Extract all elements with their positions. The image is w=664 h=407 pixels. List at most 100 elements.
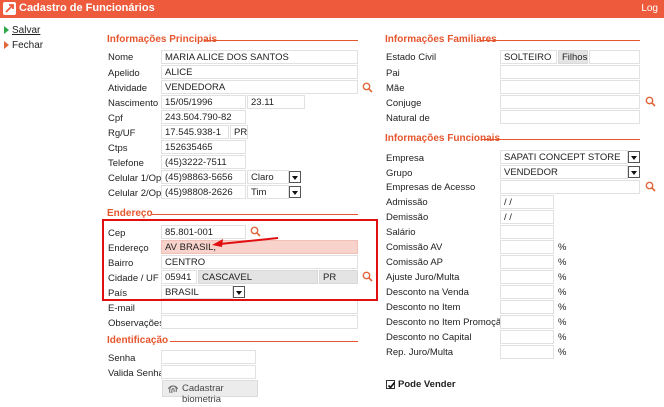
empresas-acesso-search-icon[interactable] <box>645 181 656 192</box>
celular2-dropdown-arrow-icon[interactable] <box>289 186 301 198</box>
natural-field[interactable] <box>500 110 640 124</box>
apelido-label: Apelido <box>108 68 140 79</box>
comissao-ap-field[interactable] <box>500 255 554 269</box>
celular1-dropdown-arrow-icon[interactable] <box>289 171 301 183</box>
empresa-label: Empresa <box>386 153 425 164</box>
salario-field[interactable] <box>500 225 554 239</box>
atividade-field[interactable]: VENDEDORA <box>161 80 358 94</box>
grupo-label: Grupo <box>386 168 413 179</box>
pode-vender-checkbox[interactable] <box>386 380 396 389</box>
cpf-label: Cpf <box>108 113 123 124</box>
section-line <box>151 214 358 215</box>
desc-item-promo-pct: % <box>558 317 567 328</box>
empresas-acesso-field[interactable] <box>500 180 640 194</box>
annotation-arrow-icon <box>212 237 279 247</box>
grupo-field[interactable]: VENDEDOR <box>500 165 628 179</box>
app-icon <box>3 2 16 15</box>
desc-capital-pct: % <box>558 332 567 343</box>
estado-civil-field[interactable]: SOLTEIRO <box>500 50 557 64</box>
section-title-familiares: Informações Familiares <box>385 34 497 45</box>
desc-item-promo-field[interactable] <box>500 315 554 329</box>
celular1-operadora[interactable]: Claro <box>247 170 289 184</box>
rg-label: Rg/UF <box>108 128 136 139</box>
atividade-label: Atividade <box>108 83 148 94</box>
filhos-label: Filhos <box>558 50 588 64</box>
demissao-field[interactable]: / / <box>500 210 554 224</box>
grupo-dropdown-arrow-icon[interactable] <box>628 166 640 178</box>
email-field[interactable] <box>161 300 358 314</box>
cpf-field[interactable]: 243.504.790-82 <box>161 110 246 124</box>
window-title: Cadastro de Funcionários <box>19 2 155 14</box>
natural-label: Natural de <box>386 113 430 124</box>
filhos-field[interactable] <box>589 50 640 64</box>
rg-uf-field[interactable]: PR <box>230 125 248 139</box>
fingerprint-icon <box>168 385 178 394</box>
ctps-field[interactable]: 152635465 <box>161 140 246 154</box>
section-title-principais: Informações Principais <box>107 34 218 45</box>
demissao-label: Demissão <box>386 212 429 223</box>
desc-venda-field[interactable] <box>500 285 554 299</box>
email-label: E-mail <box>108 303 135 314</box>
nascimento-label: Nascimento <box>108 98 159 109</box>
apelido-field[interactable]: ALICE <box>161 65 358 79</box>
desc-item-field[interactable] <box>500 300 554 314</box>
comissao-av-field[interactable] <box>500 240 554 254</box>
celular1-label: Celular 1/Op <box>108 173 162 184</box>
telefone-field[interactable]: (45)3222-7511 <box>161 155 246 169</box>
cadastrar-biometria-button[interactable]: Cadastrar biometria <box>162 380 258 405</box>
save-button[interactable]: Salvar <box>4 25 40 36</box>
salario-label: Salário <box>386 227 416 238</box>
conjuge-label: Conjuge <box>386 98 422 109</box>
rep-juro-field[interactable] <box>500 345 554 359</box>
observacoes-label: Observações <box>108 318 164 329</box>
valida-senha-label: Valida Senha <box>108 368 164 379</box>
rep-juro-label: Rep. Juro/Multa <box>386 347 454 358</box>
desc-item-label: Desconto no Item <box>386 302 461 313</box>
telefone-label: Telefone <box>108 158 144 169</box>
ajuste-juro-field[interactable] <box>500 270 554 284</box>
senha-field[interactable] <box>161 350 256 364</box>
admissao-label: Admissão <box>386 197 428 208</box>
desc-capital-field[interactable] <box>500 330 554 344</box>
close-arrow-icon <box>4 41 9 49</box>
empresas-acesso-label: Empresas de Acesso <box>386 182 476 193</box>
conjuge-search-icon[interactable] <box>645 96 656 107</box>
desc-capital-label: Desconto no Capital <box>386 332 472 343</box>
comissao-ap-label: Comissão AP <box>386 257 444 268</box>
pode-vender-label: Pode Vender <box>398 379 456 390</box>
section-line <box>170 341 358 342</box>
conjuge-field[interactable] <box>500 95 640 109</box>
idade-field: 23.11 <box>247 95 305 109</box>
comissao-ap-pct: % <box>558 257 567 268</box>
comissao-av-label: Comissão AV <box>386 242 443 253</box>
section-line <box>204 40 358 41</box>
admissao-field[interactable]: / / <box>500 195 554 209</box>
ajuste-juro-pct: % <box>558 272 567 283</box>
celular2-label: Celular 2/Op <box>108 188 162 199</box>
close-button[interactable]: Fechar <box>4 40 43 51</box>
atividade-search-icon[interactable] <box>362 82 373 93</box>
celular2-field[interactable]: (45)98808-2626 <box>161 185 246 199</box>
ajuste-juro-label: Ajuste Juro/Multa <box>386 272 460 283</box>
pai-field[interactable] <box>500 65 640 79</box>
estado-civil-label: Estado Civil <box>386 52 437 63</box>
desc-venda-pct: % <box>558 287 567 298</box>
empresa-field[interactable]: SAPATI CONCEPT STORE <box>500 150 628 164</box>
nome-field[interactable]: MARIA ALICE DOS SANTOS <box>161 50 358 64</box>
valida-senha-field[interactable] <box>161 365 256 379</box>
nascimento-field[interactable]: 15/05/1996 <box>161 95 246 109</box>
nome-label: Nome <box>108 52 134 63</box>
senha-label: Senha <box>108 353 136 364</box>
rg-field[interactable]: 17.545.938-1 <box>161 125 229 139</box>
celular1-field[interactable]: (45)98863-5656 <box>161 170 246 184</box>
desc-item-pct: % <box>558 302 567 313</box>
title-bar: Cadastro de Funcionários Log <box>0 0 664 18</box>
rep-juro-pct: % <box>558 347 567 358</box>
mae-field[interactable] <box>500 80 640 94</box>
observacoes-field[interactable] <box>161 315 358 329</box>
celular2-operadora[interactable]: Tim <box>247 185 289 199</box>
empresa-dropdown-arrow-icon[interactable] <box>628 151 640 163</box>
pai-label: Pai <box>386 68 400 79</box>
log-link[interactable]: Log <box>641 3 658 14</box>
ctps-label: Ctps <box>108 143 128 154</box>
